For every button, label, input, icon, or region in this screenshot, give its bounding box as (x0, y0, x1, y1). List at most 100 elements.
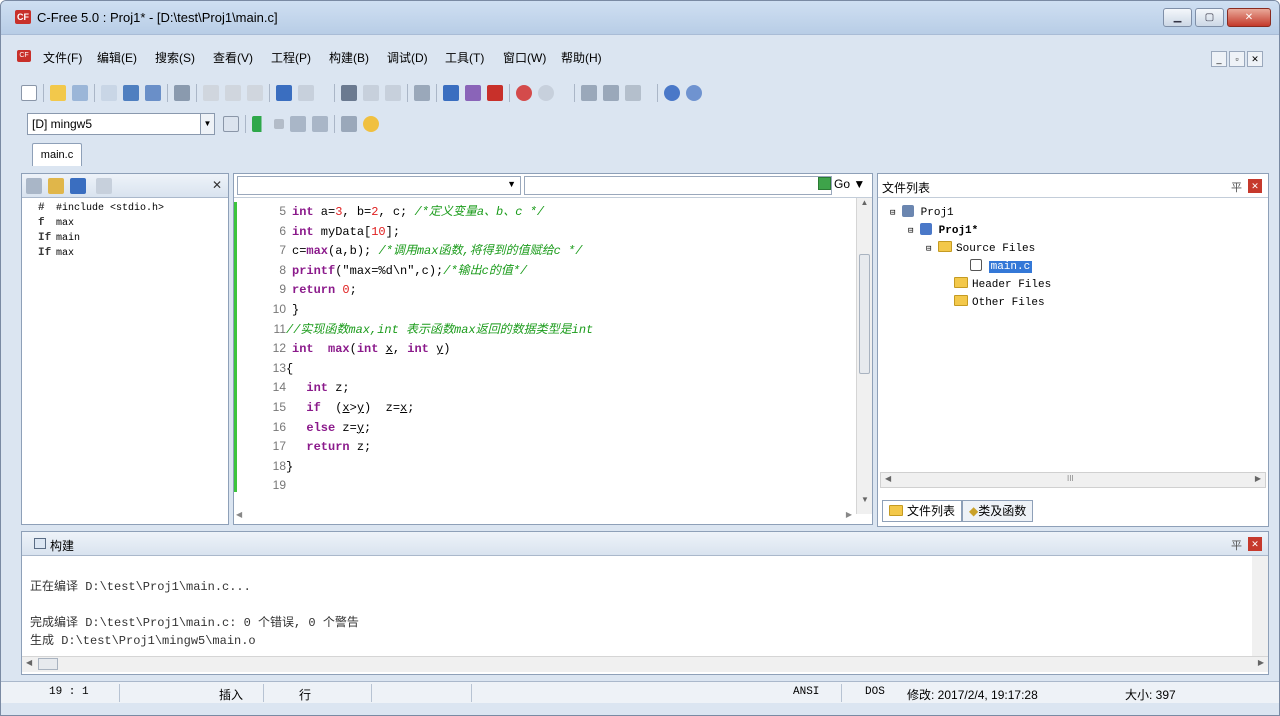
cut-icon[interactable] (203, 85, 219, 101)
menu-view[interactable]: 查看(V) (213, 49, 253, 66)
list-view-icon[interactable] (70, 178, 86, 194)
tab-main-c[interactable]: main.c (32, 143, 82, 166)
copy-icon[interactable] (225, 85, 241, 101)
menu-edit[interactable]: 编辑(E) (97, 49, 137, 66)
save-icon[interactable] (123, 85, 139, 101)
code-line[interactable]: 6 int myData[10]; (256, 222, 593, 242)
tree-item-source-files[interactable]: ⊟ Source Files (890, 240, 1051, 258)
menu-search[interactable]: 搜索(S) (155, 49, 195, 66)
open-folder-icon[interactable] (50, 85, 66, 101)
save-all-icon[interactable] (145, 85, 161, 101)
tree-item-header-files[interactable]: Header Files (890, 276, 1051, 294)
menu-file[interactable]: 文件(F) (43, 49, 82, 66)
indent-icon[interactable] (581, 85, 597, 101)
tree-item-main-c[interactable]: main.c (890, 258, 1051, 276)
build-horizontal-scrollbar[interactable]: ◀ ▶ (22, 656, 1268, 672)
chevron-down-icon[interactable]: ▼ (200, 114, 214, 134)
build-all-icon[interactable] (341, 116, 357, 132)
tab-classes-functions[interactable]: ◆类及函数 (962, 500, 1034, 522)
scrollbar-thumb[interactable] (859, 254, 870, 374)
tree-item-project[interactable]: ⊟ Proj1* (890, 222, 1051, 240)
symbol-item[interactable]: f max (36, 216, 164, 231)
code-line[interactable]: 5 int a=3, b=2, c; /*定义变量a、b、c */ (256, 202, 593, 222)
pin-icon[interactable]: 平 (1231, 537, 1242, 553)
maximize-button[interactable]: ▢ (1195, 8, 1224, 27)
compiler-select[interactable]: [D] mingw5 ▼ (27, 113, 215, 135)
code-line[interactable]: 15 if (x>y) z=x; (256, 398, 593, 418)
new-file-icon[interactable] (21, 85, 37, 101)
menu-debug[interactable]: 调试(D) (387, 49, 428, 66)
go-button[interactable]: Go ▼ (818, 177, 865, 191)
back-icon[interactable] (516, 85, 532, 101)
info-icon[interactable] (686, 85, 702, 101)
close-icon[interactable]: ✕ (1248, 179, 1262, 193)
run-icon[interactable] (252, 116, 268, 132)
compile-icon[interactable] (290, 116, 306, 132)
code-line[interactable]: 17 return z; (256, 437, 593, 457)
code-line[interactable]: 14 int z; (256, 378, 593, 398)
menu-build[interactable]: 构建(B) (329, 49, 369, 66)
symbol-item[interactable]: If max (36, 246, 164, 261)
print-icon[interactable] (174, 85, 190, 101)
close-icon[interactable]: ✕ (212, 178, 222, 192)
symbol-item[interactable]: # #include <stdio.h> (36, 201, 164, 216)
build-output-text[interactable]: 正在编译 D:\test\Proj1\main.c... 完成编译 D:\tes… (30, 578, 359, 650)
tree-item-workspace[interactable]: ⊟ Proj1 (890, 204, 1051, 222)
mdi-minimize-button[interactable]: _ (1211, 51, 1227, 67)
code-line[interactable]: 11//实现函数max,int 表示函数max返回的数据类型是int (256, 320, 594, 340)
replace-icon[interactable] (414, 85, 430, 101)
open-project-icon[interactable] (101, 85, 117, 101)
redo-icon[interactable] (298, 85, 314, 101)
undo-icon[interactable] (276, 85, 292, 101)
menu-project[interactable]: 工程(P) (271, 49, 311, 66)
code-editor[interactable]: ▼ ▼ Go ▼ 5 int a=3, b=2, c; /*定义变量a、b、c *… (233, 173, 873, 525)
symbol-item[interactable]: If main (36, 231, 164, 246)
menu-tools[interactable]: 工具(T) (445, 49, 484, 66)
help-icon[interactable] (664, 85, 680, 101)
find-prev-icon[interactable] (385, 85, 401, 101)
forward-icon[interactable] (538, 85, 554, 101)
toggle-comment-icon[interactable] (465, 85, 481, 101)
hand-icon[interactable] (363, 116, 379, 132)
editor-vertical-scrollbar[interactable]: ▲ ▼ (856, 198, 872, 514)
find-next-icon[interactable] (363, 85, 379, 101)
bookmark-icon[interactable] (443, 85, 459, 101)
minimize-button[interactable]: ▁ (1163, 8, 1192, 27)
tab-file-list[interactable]: 文件列表 (882, 500, 963, 522)
file-list-horizontal-scrollbar[interactable]: ◀ III ▶ (880, 472, 1266, 488)
paste-icon[interactable] (247, 85, 263, 101)
scope-select[interactable]: ▼ (237, 176, 521, 195)
code-line[interactable]: 10} (256, 300, 593, 320)
code-line[interactable]: 7 c=max(a,b); /*调用max函数,将得到的值赋给c */ (256, 241, 593, 261)
code-line[interactable]: 16 else z=y; (256, 418, 593, 438)
stop-icon[interactable] (274, 119, 284, 129)
new-project-icon[interactable] (72, 85, 88, 101)
code-lines[interactable]: 5 int a=3, b=2, c; /*定义变量a、b、c */ 6 int myD… (256, 202, 594, 496)
close-file-icon[interactable] (625, 85, 641, 101)
code-line[interactable]: 8 printf("max=%d\n",c);/*输出c的值*/ (256, 261, 593, 281)
code-line[interactable]: 9 return 0; (256, 280, 593, 300)
build-icon[interactable] (312, 116, 328, 132)
find-icon[interactable] (341, 85, 357, 101)
pin-icon[interactable]: 平 (1231, 179, 1242, 195)
mdi-restore-button[interactable]: ▫ (1229, 51, 1245, 67)
code-line[interactable]: 18} (256, 457, 593, 477)
document-icon[interactable]: CF (17, 50, 31, 62)
close-button[interactable]: ✕ (1227, 8, 1271, 27)
properties-icon[interactable] (96, 178, 112, 194)
uncomment-icon[interactable] (487, 85, 503, 101)
tree-item-other-files[interactable]: Other Files (890, 294, 1051, 312)
scrollbar-thumb[interactable] (38, 658, 58, 670)
build-vertical-scrollbar[interactable] (1252, 556, 1268, 658)
code-line[interactable]: 12 int max(int x, int y) (256, 339, 593, 359)
menu-help[interactable]: 帮助(H) (561, 49, 602, 66)
sort-icon[interactable] (26, 178, 42, 194)
menu-window[interactable]: 窗口(W) (503, 49, 546, 66)
compiler-settings-icon[interactable] (223, 116, 239, 132)
mdi-close-button[interactable]: ✕ (1247, 51, 1263, 67)
code-line[interactable]: 19 (256, 476, 593, 496)
class-view-icon[interactable] (48, 178, 64, 194)
code-line[interactable]: 13{ (256, 359, 593, 379)
editor-horizontal-scrollbar[interactable]: ◀ ▶ (234, 510, 856, 524)
function-select[interactable]: ▼ (524, 176, 832, 195)
